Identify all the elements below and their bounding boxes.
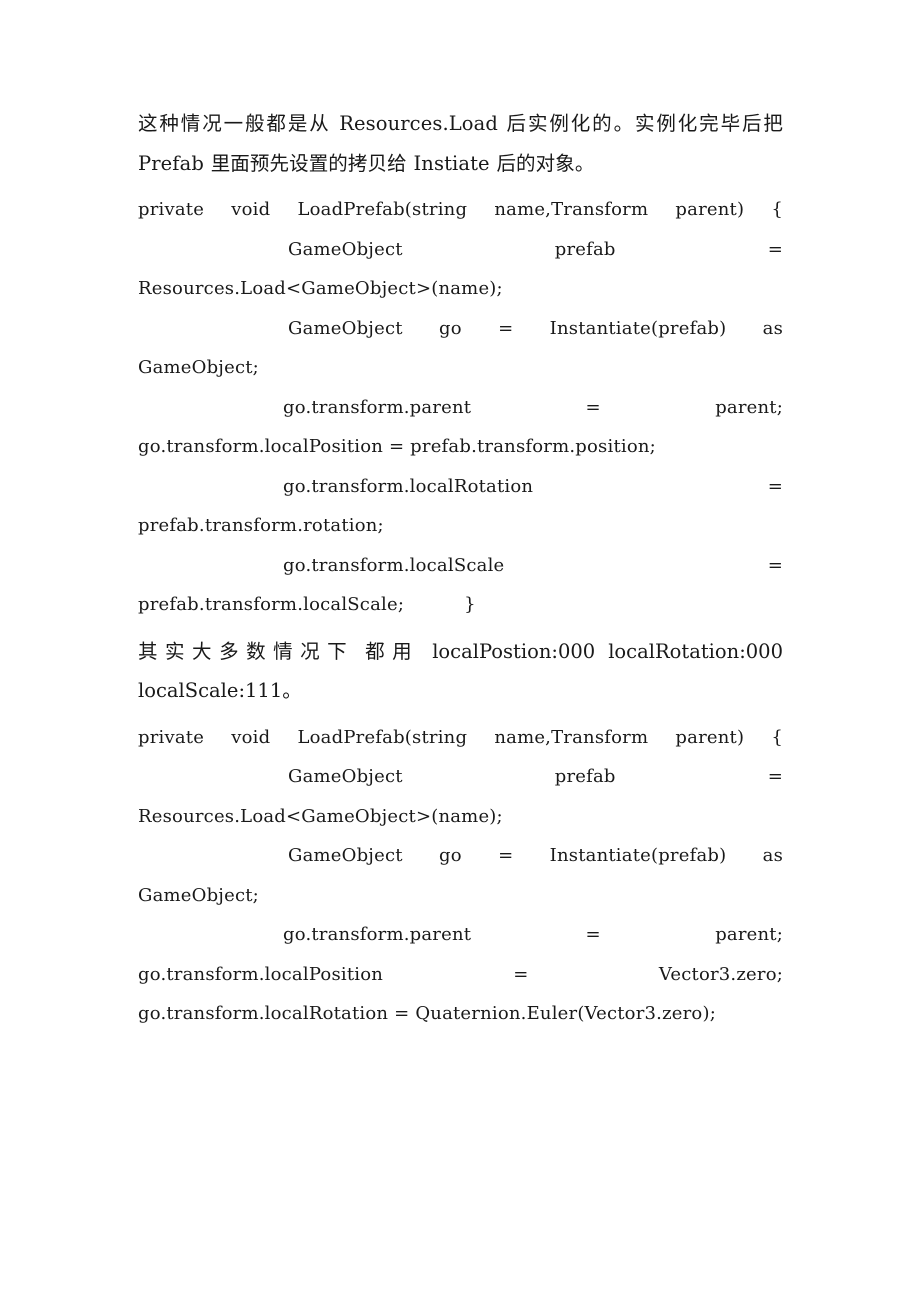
code-block-1: private void LoadPrefab(string name,Tran… xyxy=(138,190,783,625)
code-token: = xyxy=(767,475,783,497)
code-token: prefab xyxy=(554,766,616,787)
code-token: go.transform.localScale xyxy=(283,554,505,576)
code-token: as xyxy=(762,317,784,339)
code-line: GameObject prefab = xyxy=(138,230,783,270)
note-value-position: localPostion:000 xyxy=(432,639,596,663)
code-line: GameObject go = Instantiate(prefab) as xyxy=(138,309,783,349)
code-token: as xyxy=(762,845,784,866)
code-token: GameObject xyxy=(288,845,403,866)
code-text: prefab.transform.localScale; xyxy=(138,594,405,615)
code-token: = xyxy=(767,238,783,260)
code-token: GameObject xyxy=(288,766,403,787)
code-token: go xyxy=(438,317,462,339)
code-line: private void LoadPrefab(string name,Tran… xyxy=(138,190,783,230)
code-token: = xyxy=(767,554,783,576)
code-line: Resources.Load<GameObject>(name); xyxy=(138,797,783,837)
code-token: go.transform.localPosition xyxy=(138,963,384,985)
code-text: GameObject; xyxy=(138,357,259,378)
code-token: go.transform.parent xyxy=(283,924,472,945)
code-line: GameObject go = Instantiate(prefab) as xyxy=(138,836,783,876)
code-token: = xyxy=(585,924,601,945)
default-transform-note: 其实大多数情况下 都用 localPostion:000 localRotation:… xyxy=(138,632,783,711)
note-terminator: 。 xyxy=(282,679,302,702)
note-mid-text: 都用 xyxy=(363,639,420,663)
code-token: = xyxy=(585,396,601,418)
code-token: go.transform.localRotation xyxy=(283,475,534,497)
code-line: GameObject; xyxy=(138,348,783,388)
code-token: = xyxy=(498,845,514,866)
code-token: = xyxy=(513,963,529,985)
code-line: GameObject prefab = xyxy=(138,757,783,797)
code-text: Resources.Load<GameObject>(name); xyxy=(138,278,503,299)
intro-paragraph: 这种情况一般都是从 Resources.Load 后实例化的。实例化完毕后把 P… xyxy=(138,112,783,175)
code-text: go.transform.localRotation = Quaternion.… xyxy=(138,1003,716,1024)
note-value-scale: localScale:111 xyxy=(138,679,283,702)
code-token: = xyxy=(498,317,514,339)
code-line: Resources.Load<GameObject>(name); xyxy=(138,269,783,309)
code-token: parent; xyxy=(715,924,783,945)
code-line: go.transform.localRotation = xyxy=(138,467,783,507)
code-line: private void LoadPrefab(string name,Tran… xyxy=(138,718,783,758)
code-brace: { xyxy=(771,726,783,748)
document-page: 这种情况一般都是从 Resources.Load 后实例化的。实例化完毕后把 P… xyxy=(0,0,920,1302)
code-token: parent; xyxy=(715,396,783,418)
code-token: GameObject xyxy=(288,317,403,339)
code-line: go.transform.localPosition = Vector3.zer… xyxy=(138,955,783,995)
note-value-rotation: localRotation:000 xyxy=(608,639,783,663)
code-line: go.transform.parent = parent; xyxy=(138,915,783,955)
code-line: GameObject; xyxy=(138,876,783,916)
code-token: prefab xyxy=(554,238,616,260)
code-token: = xyxy=(767,766,783,787)
code-text: private void LoadPrefab(string name,Tran… xyxy=(138,726,745,748)
code-token: Instantiate(prefab) xyxy=(549,845,727,866)
code-block-2: private void LoadPrefab(string name,Tran… xyxy=(138,718,783,1034)
code-brace: { xyxy=(771,199,783,220)
code-text: Resources.Load<GameObject>(name); xyxy=(138,805,503,827)
code-line: go.transform.localScale = xyxy=(138,546,783,586)
code-line: prefab.transform.rotation; xyxy=(138,506,783,546)
code-token: Vector3.zero; xyxy=(658,963,783,985)
note-lead-text: 其实大多数情况下 xyxy=(138,639,355,663)
code-line: go.transform.localPosition = prefab.tran… xyxy=(138,427,783,467)
code-line: go.transform.parent = parent; xyxy=(138,388,783,428)
code-token: go.transform.parent xyxy=(283,396,472,418)
code-token: GameObject xyxy=(288,238,403,260)
code-text: go.transform.localPosition = prefab.tran… xyxy=(138,436,656,457)
code-line: prefab.transform.localScale;} xyxy=(138,585,783,625)
code-line: go.transform.localRotation = Quaternion.… xyxy=(138,994,783,1034)
code-text: private void LoadPrefab(string name,Tran… xyxy=(138,199,745,220)
document-content: 这种情况一般都是从 Resources.Load 后实例化的。实例化完毕后把 P… xyxy=(138,104,783,1041)
code-token: go xyxy=(438,845,462,866)
code-text: GameObject; xyxy=(138,884,259,906)
code-token: Instantiate(prefab) xyxy=(549,317,727,339)
code-brace: } xyxy=(464,594,476,615)
code-text: prefab.transform.rotation; xyxy=(138,515,384,536)
